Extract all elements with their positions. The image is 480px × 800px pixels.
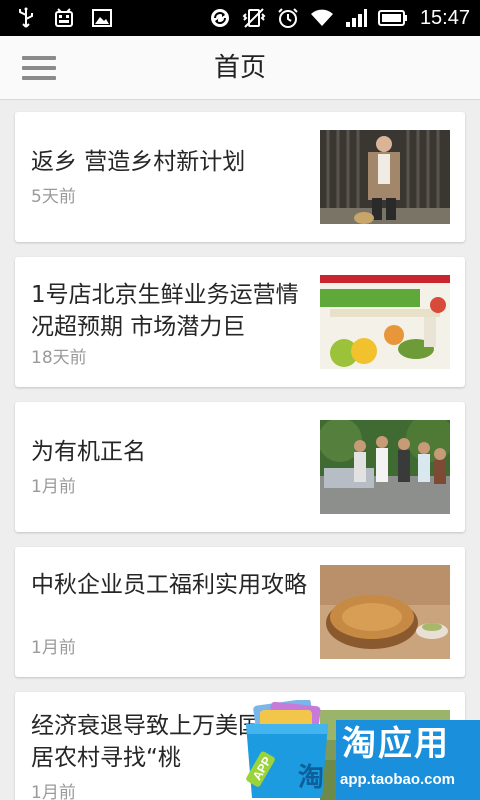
usb-icon (14, 6, 38, 30)
alarm-icon (276, 6, 300, 30)
page-title: 首页 (213, 53, 266, 83)
app-header: 首页 (0, 36, 480, 100)
news-card[interactable]: 1号店北京生鲜业务运营情况超预期 市场潜力巨 18天前 (15, 257, 465, 387)
signal-icon (344, 6, 368, 30)
news-card[interactable]: 中秋企业员工福利实用攻略 1月前 (15, 547, 465, 677)
news-card-title: 1号店北京生鲜业务运营情况超预期 市场潜力巨 (31, 282, 299, 340)
news-card[interactable]: 返乡 营造乡村新计划 5天前 (15, 112, 465, 242)
news-card-title: 中秋企业员工福利实用攻略 (31, 572, 307, 598)
news-card-time: 1月前 (31, 638, 76, 658)
taobao-app-promo[interactable]: 淘 APP 淘应用 app.taobao.com (240, 698, 480, 800)
bag-label: 淘 (298, 763, 324, 793)
status-bar-left (14, 6, 114, 30)
news-card-title: 返乡 营造乡村新计划 (31, 149, 246, 175)
shopping-bag-icon: 淘 APP (240, 698, 336, 800)
battery-icon (377, 6, 408, 30)
news-card-time: 18天前 (31, 348, 87, 368)
sync-icon (208, 6, 232, 30)
status-time: 15:47 (419, 7, 470, 29)
status-bar: 15:47 (0, 0, 480, 36)
status-bar-right: 15:47 (208, 6, 470, 30)
news-card[interactable]: 为有机正名 1月前 (15, 402, 465, 532)
fresh-produce-ad-photo (320, 275, 450, 369)
news-card-time: 5天前 (31, 187, 76, 207)
mooncake-photo (320, 565, 450, 659)
image-icon (90, 6, 114, 30)
vibrate-off-icon (242, 6, 266, 30)
group-of-farmers-photo (320, 420, 450, 514)
promo-name: 淘应用 (342, 724, 450, 764)
man-with-dog-photo (320, 130, 450, 224)
promo-url: app.taobao.com (340, 771, 456, 788)
news-feed[interactable]: 返乡 营造乡村新计划 5天前 1号店北京生鲜业务运营情况超预期 市场潜力巨 18… (0, 100, 480, 800)
news-card-time: 1月前 (31, 783, 76, 800)
promo-brand-block: 淘应用 app.taobao.com (336, 720, 480, 800)
wifi-icon (310, 6, 334, 30)
news-card-time: 1月前 (31, 477, 76, 497)
news-card-title: 为有机正名 (31, 439, 146, 465)
android-debug-icon (52, 6, 76, 30)
